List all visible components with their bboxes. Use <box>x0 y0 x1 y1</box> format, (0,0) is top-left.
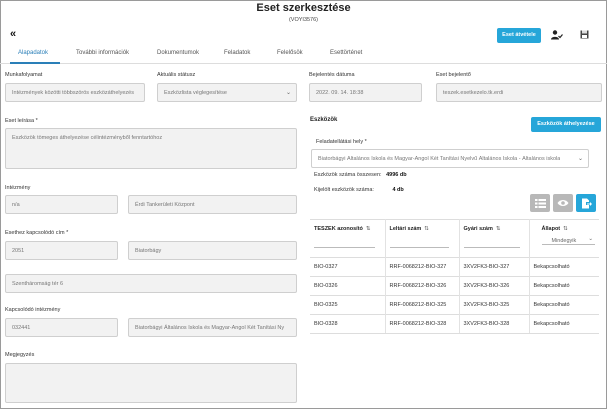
devices-title: Eszközök <box>310 117 338 123</box>
assign-user-icon[interactable] <box>551 30 563 42</box>
city-field[interactable]: Biatorbágy <box>128 241 297 260</box>
devices-table: TESZEK azonosító ⇅ Leltári szám ⇅ Gyári sz… <box>310 219 599 334</box>
reporter-label: Eset bejelentő <box>436 72 471 78</box>
tab-dokumentumok[interactable]: Dokumentumok <box>157 50 199 56</box>
cell-inventory-number: RRF-0068212-BIO-326 <box>385 276 460 296</box>
back-icon[interactable]: « <box>10 28 16 40</box>
related-institution-code-field[interactable]: 032441 <box>5 318 118 337</box>
filter-input-inventory-number[interactable] <box>389 241 450 248</box>
street-field[interactable]: Szentháromság tér 6 <box>5 274 297 293</box>
description-label: Eset leírása * <box>5 118 38 124</box>
cell-inventory-number: RRF-0068212-BIO-328 <box>385 314 460 334</box>
tab-tovabbi-informaciok[interactable]: További információk <box>76 50 129 56</box>
cell-teszek-id: BIO-0325 <box>310 295 386 315</box>
relocate-devices-button[interactable]: Eszközök áthelyezése <box>531 117 601 132</box>
cell-serial-number: 3XV2FK3-BIO-327 <box>459 257 530 277</box>
cell-status: Bekapcsolható <box>529 295 599 315</box>
table-row[interactable]: BIO-0328 RRF-0068212-BIO-328 3XV2FK3-BIO… <box>310 314 599 334</box>
institution-name-field[interactable]: Érdi Tankerületi Központ <box>128 195 297 214</box>
cell-inventory-number: RRF-0068212-BIO-327 <box>385 257 460 277</box>
workflow-label: Munkafolyamat <box>5 72 43 78</box>
cell-inventory-number: RRF-0068212-BIO-325 <box>385 295 460 315</box>
export-file-icon[interactable] <box>576 194 596 212</box>
description-field[interactable]: Eszközök tömeges áthelyezése célintézmén… <box>5 128 297 169</box>
take-over-button[interactable]: Eset átvétele <box>497 28 541 43</box>
tab-bar: Alapadatok További információk Dokumentu… <box>0 44 607 64</box>
cell-teszek-id: BIO-0326 <box>310 276 386 296</box>
tab-felelosok[interactable]: Felelősök <box>277 50 303 56</box>
status-filter-select[interactable]: Mindegyik ⌄ <box>541 236 595 245</box>
cell-teszek-id: BIO-0328 <box>310 314 386 334</box>
cell-status: Bekapcsolható <box>529 314 599 334</box>
cell-status: Bekapcsolható <box>529 276 599 296</box>
chevron-down-icon: ⌄ <box>285 89 291 96</box>
total-devices-value: 4996 db <box>386 172 407 178</box>
sort-icon[interactable]: ⇅ <box>563 226 568 232</box>
selected-devices-info: Kijelölt eszközök száma: 4 db <box>314 187 404 193</box>
tab-esettortenet[interactable]: Esettörténet <box>330 50 362 56</box>
task-location-label: Feladatellátási hely * <box>316 139 367 145</box>
tab-alapadatok[interactable]: Alapadatok <box>18 50 48 56</box>
filter-input-teszek-id[interactable] <box>314 241 376 248</box>
related-institution-name-field[interactable]: Biatorbágyi Általános Iskola és Magyar-A… <box>128 318 297 337</box>
cell-status: Bekapcsolható <box>529 257 599 277</box>
sort-icon[interactable]: ⇅ <box>366 226 371 232</box>
task-location-select[interactable]: Biatorbágyi Általános Iskola és Magyar-A… <box>311 149 589 168</box>
zip-field[interactable]: 2051 <box>5 241 118 260</box>
table-row[interactable]: BIO-0326 RRF-0068212-BIO-326 3XV2FK3-BIO… <box>310 276 599 296</box>
column-serial-number[interactable]: Gyári szám ⇅ <box>459 219 530 258</box>
table-row[interactable]: BIO-0325 RRF-0068212-BIO-325 3XV2FK3-BIO… <box>310 295 599 315</box>
sort-icon[interactable]: ⇅ <box>496 226 501 232</box>
cell-teszek-id: BIO-0327 <box>310 257 386 277</box>
total-devices-info: Eszközök száma összesen: 4996 db <box>314 172 407 178</box>
column-inventory-number[interactable]: Leltári szám ⇅ <box>385 219 460 258</box>
page-title: Eset szerkesztése <box>256 2 351 14</box>
eye-icon[interactable] <box>553 194 573 212</box>
tab-feladatok[interactable]: Feladatok <box>224 50 250 56</box>
remark-label: Megjegyzés <box>5 352 35 358</box>
list-view-icon[interactable] <box>530 194 550 212</box>
total-devices-label: Eszközök száma összesen: <box>314 172 382 178</box>
table-header-row: TESZEK azonosító ⇅ Leltári szám ⇅ Gyári sz… <box>310 219 599 258</box>
chevron-down-icon: ⌄ <box>588 236 593 242</box>
reported-date-label: Bejelentés dátuma <box>309 72 355 78</box>
chevron-down-icon: ⌄ <box>577 155 583 162</box>
sort-icon[interactable]: ⇅ <box>424 226 429 232</box>
save-icon[interactable] <box>580 30 589 41</box>
cell-serial-number: 3XV2FK3-BIO-328 <box>459 314 530 334</box>
institution-label: Intézmény <box>5 185 31 191</box>
filter-input-serial-number[interactable] <box>463 241 520 248</box>
remark-field[interactable] <box>5 363 297 403</box>
selected-devices-label: Kijelölt eszközök száma: <box>314 187 374 193</box>
related-institution-label: Kapcsolódó intézmény <box>5 307 61 313</box>
column-teszek-id[interactable]: TESZEK azonosító ⇅ <box>310 219 386 258</box>
task-location-value: Biatorbágyi Általános Iskola és Magyar-A… <box>318 155 561 162</box>
selected-devices-value: 4 db <box>392 187 404 193</box>
status-select[interactable]: Eszközlista véglegesítése ⌄ <box>157 83 297 102</box>
table-row[interactable]: BIO-0327 RRF-0068212-BIO-327 3XV2FK3-BIO… <box>310 257 599 277</box>
active-tab-indicator <box>10 62 60 64</box>
reporter-field[interactable]: teszek.esetkezelo.tk.erdi <box>436 83 602 102</box>
status-label: Aktuális státusz <box>157 72 196 78</box>
column-status[interactable]: Állapot ⇅ Mindegyik ⌄ <box>529 219 599 258</box>
institution-code-field[interactable]: n/a <box>5 195 118 214</box>
status-value: Eszközlista véglegesítése <box>164 89 227 96</box>
cell-serial-number: 3XV2FK3-BIO-326 <box>459 276 530 296</box>
case-id: (VOYI3576) <box>288 17 319 23</box>
cell-serial-number: 3XV2FK3-BIO-325 <box>459 295 530 315</box>
reported-date-field[interactable]: 2022. 09. 14. 18:38 <box>309 83 422 102</box>
workflow-field[interactable]: Intézmények közötti többszörös eszközáth… <box>5 83 145 102</box>
address-label: Esethez kapcsolódó cím * <box>5 230 69 236</box>
